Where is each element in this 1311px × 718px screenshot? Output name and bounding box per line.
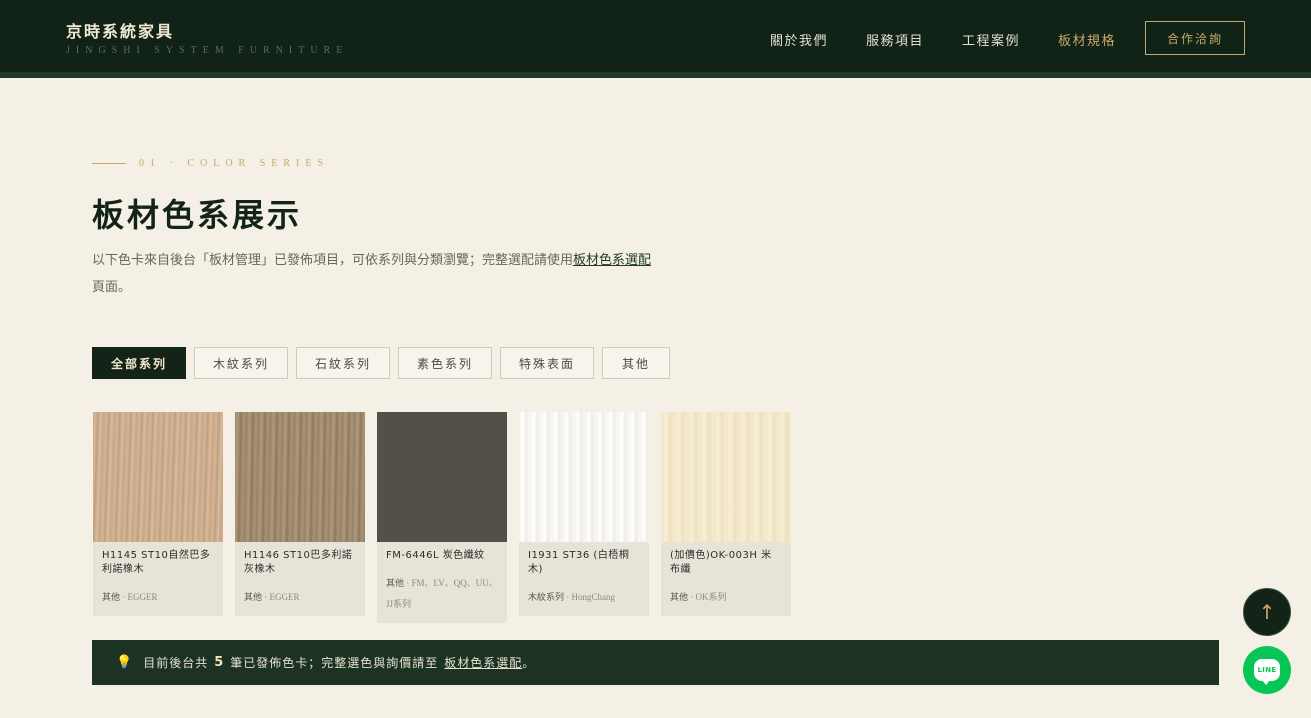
banner-text-middle: 筆已發佈色卡；完整選色與詢價請至 [230,656,439,670]
tab-other[interactable]: 其他 [602,347,670,379]
color-card[interactable]: FM-6446L 炭色纖紋 其他 · FM、LV、QQ、UU、JJ系列 [377,412,507,623]
card-body: (加價色)OK-003H 米布纖 其他 · OK系列 [661,542,791,616]
section-eyebrow: 01 · COLOR SERIES [92,158,329,169]
color-card[interactable]: (加價色)OK-003H 米布纖 其他 · OK系列 [661,412,791,616]
card-meta: 其他 · FM、LV、QQ、UU、JJ系列 [386,573,498,615]
tab-wood-series[interactable]: 木紋系列 [194,347,288,379]
nav-board-specs[interactable]: 板材規格 [1058,30,1116,49]
color-card[interactable]: H1146 ST10巴多利諾灰橡木 其他 · EGGER [235,412,365,616]
card-category: 其他 [102,593,121,603]
card-meta: 木紋系列 · HongChang [528,587,640,608]
nav-about[interactable]: 關於我們 [770,30,828,49]
line-icon-label: LINE [1257,666,1277,674]
card-brand: · OK系列 [688,592,727,602]
lightbulb-icon: 💡 [116,655,134,670]
card-name: FM-6446L 炭色纖紋 [386,550,485,561]
eyebrow-divider [92,163,126,164]
swatch-image [519,412,649,542]
nav-projects[interactable]: 工程案例 [962,30,1020,49]
color-card-grid: H1145 ST10自然巴多利諾橡木 其他 · EGGER H1146 ST10… [93,412,803,623]
brand-name-zh: 京時系統家具 [66,22,175,41]
card-category: 其他 [386,579,405,589]
card-body: FM-6446L 炭色纖紋 其他 · FM、LV、QQ、UU、JJ系列 [377,542,507,623]
tab-all-series[interactable]: 全部系列 [92,347,186,379]
contact-button[interactable]: 合作洽詢 [1145,21,1245,55]
published-count-banner: 💡 目前後台共 5 筆已發佈色卡；完整選色與詢價請至 板材色系選配 。 [92,640,1219,685]
swatch-image [377,412,507,542]
published-count: 5 [214,655,225,670]
site-header: 京時系統家具 JINGSHI SYSTEM FURNITURE 關於我們 服務項… [0,0,1311,78]
brand-logo[interactable]: 京時系統家具 JINGSHI SYSTEM FURNITURE [66,18,348,56]
page-title: 板材色系展示 [92,196,303,234]
card-meta: 其他 · OK系列 [670,587,782,608]
card-body: I1931 ST36 (白梧桐木) 木紋系列 · HongChang [519,542,649,616]
color-card[interactable]: H1145 ST10自然巴多利諾橡木 其他 · EGGER [93,412,223,616]
banner-text-end: 。 [522,656,536,670]
desc-text: 以下色卡來自後台「板材管理」已發佈項目，可依系列與分類瀏覽；完整選配請使用 [92,253,574,268]
tab-special-surface[interactable]: 特殊表面 [500,347,594,379]
card-category: 其他 [670,593,689,603]
card-category: 木紋系列 [528,593,565,603]
card-meta: 其他 · EGGER [102,587,214,608]
color-card[interactable]: I1931 ST36 (白梧桐木) 木紋系列 · HongChang [519,412,649,616]
banner-config-link[interactable]: 板材色系選配 [444,654,522,671]
swatch-image [235,412,365,542]
swatch-image [93,412,223,542]
card-body: H1145 ST10自然巴多利諾橡木 其他 · EGGER [93,542,223,616]
card-name: (加價色)OK-003H 米布纖 [670,550,772,575]
back-to-top-button[interactable]: ↑ [1243,588,1291,636]
card-category: 其他 [244,593,263,603]
card-name: H1145 ST10自然巴多利諾橡木 [102,550,211,575]
card-name: I1931 ST36 (白梧桐木) [528,550,630,575]
eyebrow-text: 01 · COLOR SERIES [139,158,330,169]
tab-stone-series[interactable]: 石紋系列 [296,347,390,379]
card-body: H1146 ST10巴多利諾灰橡木 其他 · EGGER [235,542,365,616]
arrow-up-icon: ↑ [1258,600,1276,624]
card-brand: · EGGER [120,592,158,602]
section-description: 以下色卡來自後台「板材管理」已發佈項目，可依系列與分類瀏覽；完整選配請使用板材色… [92,247,664,301]
card-brand: · EGGER [262,592,300,602]
swatch-image [661,412,791,542]
card-brand: · HongChang [564,592,616,602]
series-filter-tabs: 全部系列 木紋系列 石紋系列 素色系列 特殊表面 其他 [92,347,678,379]
line-icon: LINE [1254,659,1280,685]
nav-services[interactable]: 服務項目 [866,30,924,49]
line-chat-button[interactable]: LINE [1243,646,1291,694]
tab-solid-series[interactable]: 素色系列 [398,347,492,379]
card-meta: 其他 · EGGER [244,587,356,608]
card-name: H1146 ST10巴多利諾灰橡木 [244,550,353,575]
main-nav: 關於我們 服務項目 工程案例 板材規格 [770,30,1154,49]
desc-text-end: 頁面。 [92,280,132,295]
color-config-link[interactable]: 板材色系選配 [573,253,651,268]
brand-name-en: JINGSHI SYSTEM FURNITURE [66,45,349,56]
banner-text: 目前後台共 [143,656,209,670]
